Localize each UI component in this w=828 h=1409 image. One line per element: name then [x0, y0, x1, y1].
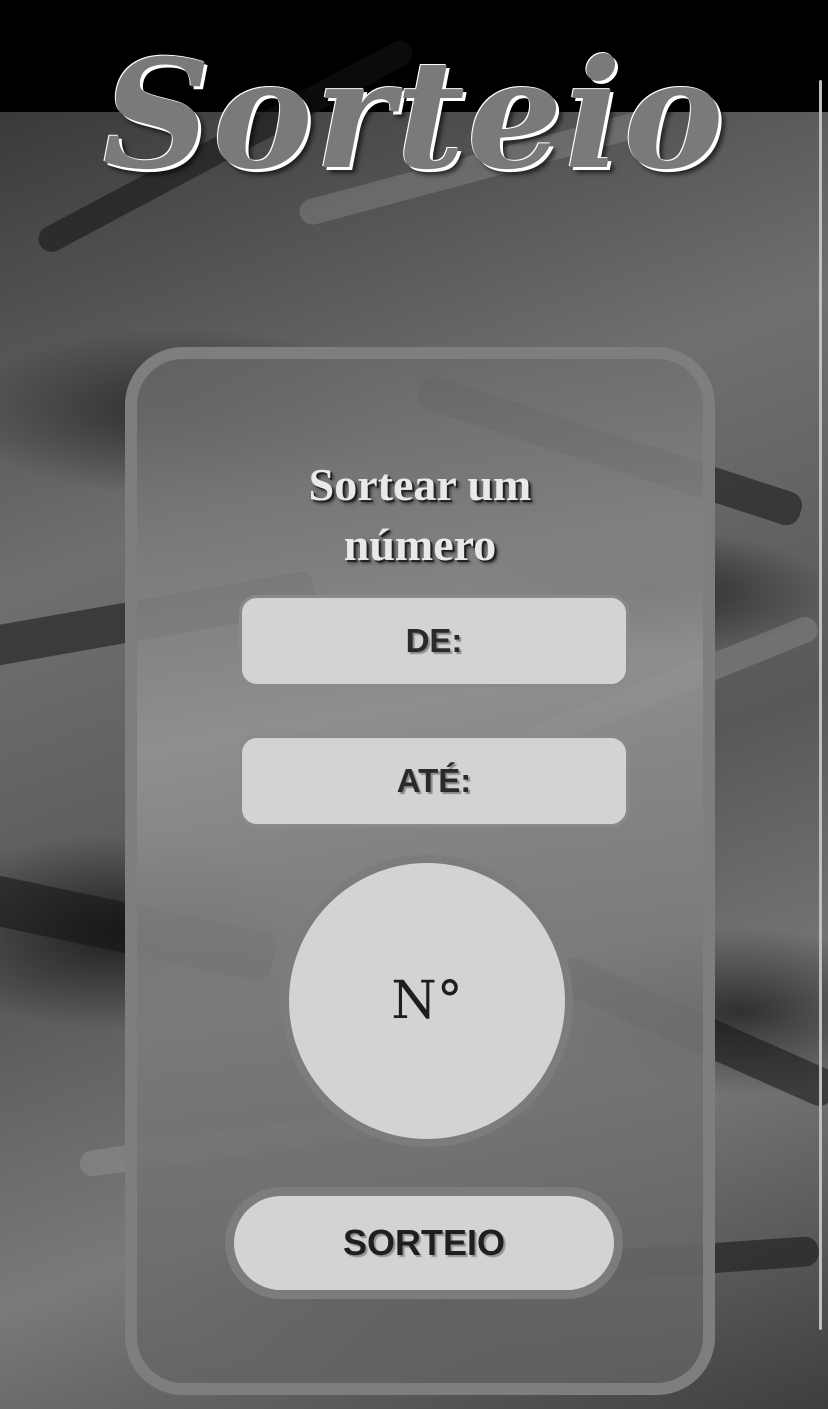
to-input[interactable]: ATÉ: — [239, 735, 629, 827]
from-input[interactable]: DE: — [239, 595, 629, 687]
draw-card: Sortear um número DE: ATÉ: N° SORTEIO — [125, 347, 715, 1395]
card-heading: Sortear um número — [137, 455, 703, 575]
page-title: Sorteio — [102, 27, 726, 203]
result-placeholder: N° — [391, 971, 463, 1031]
card-heading-line-1: Sortear um — [308, 459, 532, 510]
scrollbar[interactable] — [819, 80, 822, 1330]
from-input-label: DE: — [405, 622, 463, 659]
page: Sorteio Sortear um número DE: ATÉ: N° SO… — [0, 0, 828, 1409]
draw-button[interactable]: SORTEIO — [225, 1187, 623, 1299]
draw-button-label: SORTEIO — [342, 1222, 506, 1263]
result-display: N° — [281, 855, 573, 1147]
card-heading-line-2: número — [343, 519, 497, 570]
to-input-label: ATÉ: — [396, 762, 472, 799]
